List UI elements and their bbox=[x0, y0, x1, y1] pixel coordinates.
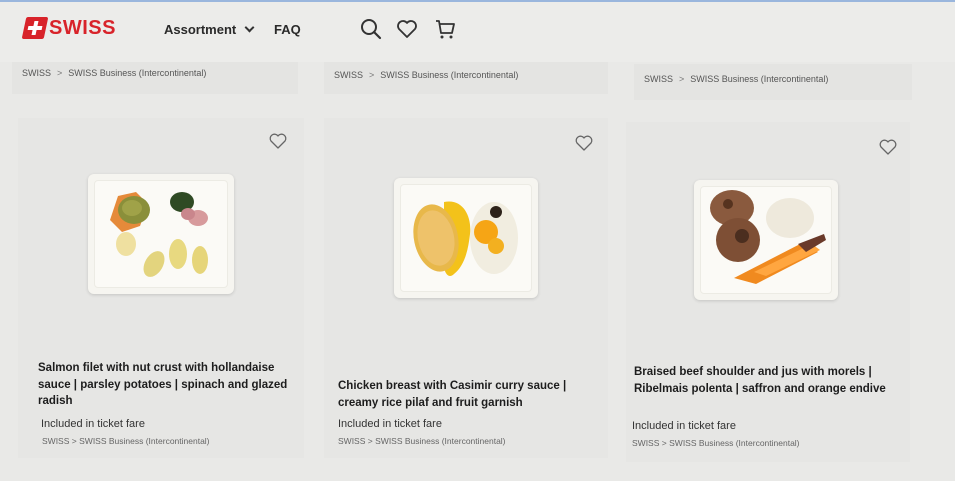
nav-faq-label: FAQ bbox=[274, 22, 301, 37]
nav-assortment-label: Assortment bbox=[164, 22, 237, 37]
favorite-heart-icon[interactable] bbox=[268, 132, 288, 150]
price-info: Included in ticket fare bbox=[338, 418, 442, 430]
product-card[interactable]: Braised beef shoulder and jus with morel… bbox=[626, 122, 910, 462]
heart-icon[interactable] bbox=[396, 18, 418, 40]
breadcrumb: SWISS > SWISS Business (Intercontinental… bbox=[334, 70, 608, 80]
breadcrumb-leaf[interactable]: SWISS Business (Intercontinental) bbox=[79, 436, 209, 446]
product-title[interactable]: Salmon filet with nut crust with holland… bbox=[38, 360, 298, 410]
search-icon[interactable] bbox=[360, 18, 382, 40]
breadcrumb-leaf[interactable]: SWISS Business (Intercontinental) bbox=[375, 436, 505, 446]
product-title[interactable]: Chicken breast with Casimir curry sauce … bbox=[338, 378, 600, 411]
breadcrumb: SWISS > SWISS Business (Intercontinental… bbox=[22, 68, 298, 78]
price-info: Included in ticket fare bbox=[41, 418, 145, 430]
product-card[interactable]: Salmon filet with nut crust with holland… bbox=[18, 118, 304, 458]
favorite-heart-icon[interactable] bbox=[574, 134, 594, 152]
chicken-dish-illustration bbox=[413, 201, 518, 276]
breadcrumb-root[interactable]: SWISS bbox=[338, 436, 365, 446]
card-breadcrumb: SWISS > SWISS Business (Intercontinental… bbox=[338, 436, 506, 446]
breadcrumb-leaf[interactable]: SWISS Business (Intercontinental) bbox=[380, 70, 518, 80]
breadcrumb-separator: > bbox=[367, 436, 373, 446]
price-info: Included in ticket fare bbox=[632, 420, 736, 432]
site-header: SWISS Assortment FAQ bbox=[0, 0, 955, 62]
chevron-down-icon bbox=[244, 22, 255, 33]
breadcrumb-leaf[interactable]: SWISS Business (Intercontinental) bbox=[690, 74, 828, 84]
breadcrumb-separator: > bbox=[57, 68, 63, 78]
swiss-logo[interactable]: SWISS bbox=[21, 16, 116, 40]
logo-text: SWISS bbox=[49, 16, 116, 39]
meal-image[interactable] bbox=[694, 180, 838, 300]
meal-image[interactable] bbox=[394, 178, 538, 298]
breadcrumb-root[interactable]: SWISS bbox=[644, 74, 673, 84]
product-card[interactable]: Chicken breast with Casimir curry sauce … bbox=[324, 118, 608, 458]
product-title[interactable]: Braised beef shoulder and jus with morel… bbox=[634, 364, 904, 397]
salmon-dish-illustration bbox=[110, 192, 208, 277]
favorite-heart-icon[interactable] bbox=[878, 138, 898, 156]
nav-faq[interactable]: FAQ bbox=[274, 22, 301, 37]
breadcrumb-strip-2: SWISS > SWISS Business (Intercontinental… bbox=[324, 62, 608, 94]
breadcrumb-separator: > bbox=[71, 436, 77, 446]
breadcrumb-separator: > bbox=[679, 74, 685, 84]
breadcrumb-root[interactable]: SWISS bbox=[632, 438, 659, 448]
breadcrumb-separator: > bbox=[661, 438, 667, 448]
swiss-flag-icon bbox=[21, 17, 49, 39]
breadcrumb-root[interactable]: SWISS bbox=[42, 436, 69, 446]
card-breadcrumb: SWISS > SWISS Business (Intercontinental… bbox=[632, 438, 800, 448]
card-breadcrumb: SWISS > SWISS Business (Intercontinental… bbox=[42, 436, 210, 446]
nav-assortment[interactable]: Assortment bbox=[164, 22, 255, 37]
breadcrumb-root[interactable]: SWISS bbox=[334, 70, 363, 80]
breadcrumb-separator: > bbox=[369, 70, 375, 80]
cart-icon[interactable] bbox=[434, 18, 456, 40]
breadcrumb-root[interactable]: SWISS bbox=[22, 68, 51, 78]
breadcrumb: SWISS > SWISS Business (Intercontinental… bbox=[644, 74, 912, 84]
breadcrumb-strip-1: SWISS > SWISS Business (Intercontinental… bbox=[12, 62, 298, 94]
beef-dish-illustration bbox=[710, 190, 826, 284]
breadcrumb-leaf[interactable]: SWISS Business (Intercontinental) bbox=[669, 438, 799, 448]
meal-image[interactable] bbox=[88, 174, 234, 294]
breadcrumb-leaf[interactable]: SWISS Business (Intercontinental) bbox=[68, 68, 206, 78]
breadcrumb-strip-3: SWISS > SWISS Business (Intercontinental… bbox=[634, 64, 912, 100]
